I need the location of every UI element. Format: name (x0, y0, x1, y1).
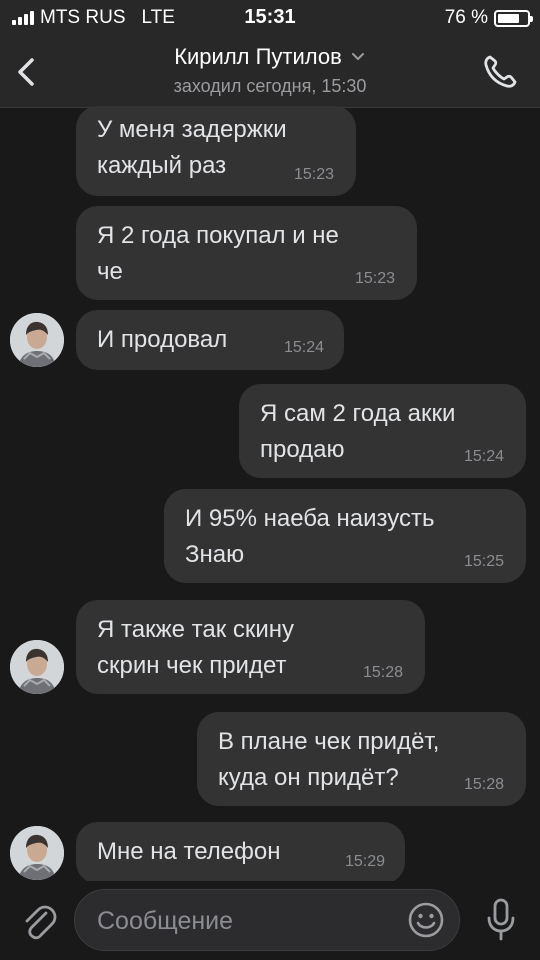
microphone-icon[interactable] (484, 897, 518, 943)
contact-avatar[interactable] (10, 313, 64, 367)
avatar-photo (10, 640, 64, 694)
message-time: 15:28 (362, 664, 403, 681)
message-time: 15:28 (463, 776, 504, 793)
battery-status: 76 % (444, 7, 533, 29)
contact-avatar[interactable] (10, 640, 64, 694)
message-input-bar (0, 881, 540, 960)
contact-info[interactable]: Кирилл Путилов заходил сегодня, 15:30 (0, 44, 540, 97)
message-time: 15:25 (463, 553, 504, 570)
avatar-photo (10, 313, 64, 367)
message-bubble-outgoing[interactable]: И 95% наеба наизусть Знаю 15:25 (164, 489, 526, 583)
chevron-down-icon[interactable] (350, 51, 366, 63)
last-seen: заходил сегодня, 15:30 (173, 76, 367, 96)
message-time: 15:23 (293, 166, 334, 183)
message-field[interactable] (74, 889, 460, 952)
status-bar: MTS RUS LTE 15:31 76 % (0, 0, 540, 36)
contact-name[interactable]: Кирилл Путилов (174, 44, 342, 70)
message-text: Я также так скину скрин чек придет (97, 616, 295, 679)
message-bubble-outgoing[interactable]: В плане чек придёт, куда он придёт? 15:2… (197, 712, 526, 806)
message-text: Я 2 года покупал и не че (97, 222, 339, 285)
phone-icon[interactable] (478, 50, 522, 94)
message-text: И 95% наеба наизусть Знаю (185, 505, 435, 568)
avatar-photo (10, 826, 64, 880)
message-bubble-incoming[interactable]: Я 2 года покупал и не че 15:23 (76, 206, 417, 300)
message-time: 15:24 (283, 339, 324, 356)
battery-icon (494, 9, 533, 27)
message-time: 15:29 (344, 853, 385, 870)
smiley-icon[interactable] (407, 901, 445, 939)
message-bubble-incoming[interactable]: Мне на телефон 15:29 (76, 822, 405, 884)
battery-percent: 76 % (444, 7, 488, 28)
chat-header: Кирилл Путилов заходил сегодня, 15:30 (0, 36, 540, 108)
message-time: 15:24 (463, 448, 504, 465)
message-bubble-incoming[interactable]: Я также так скину скрин чек придет 15:28 (76, 600, 425, 694)
message-input[interactable] (95, 890, 399, 952)
message-bubble-incoming[interactable]: И продовал 15:24 (76, 310, 344, 370)
message-time: 15:23 (354, 270, 395, 287)
message-bubble-incoming[interactable]: У меня задержки каждый раз 15:23 (76, 106, 356, 196)
message-text: В плане чек придёт, куда он придёт? (218, 728, 440, 791)
message-bubble-outgoing[interactable]: Я сам 2 года акки продаю 15:24 (239, 384, 526, 478)
paperclip-icon[interactable] (18, 899, 58, 943)
contact-avatar[interactable] (10, 826, 64, 880)
message-text: Мне на телефон (97, 838, 281, 865)
